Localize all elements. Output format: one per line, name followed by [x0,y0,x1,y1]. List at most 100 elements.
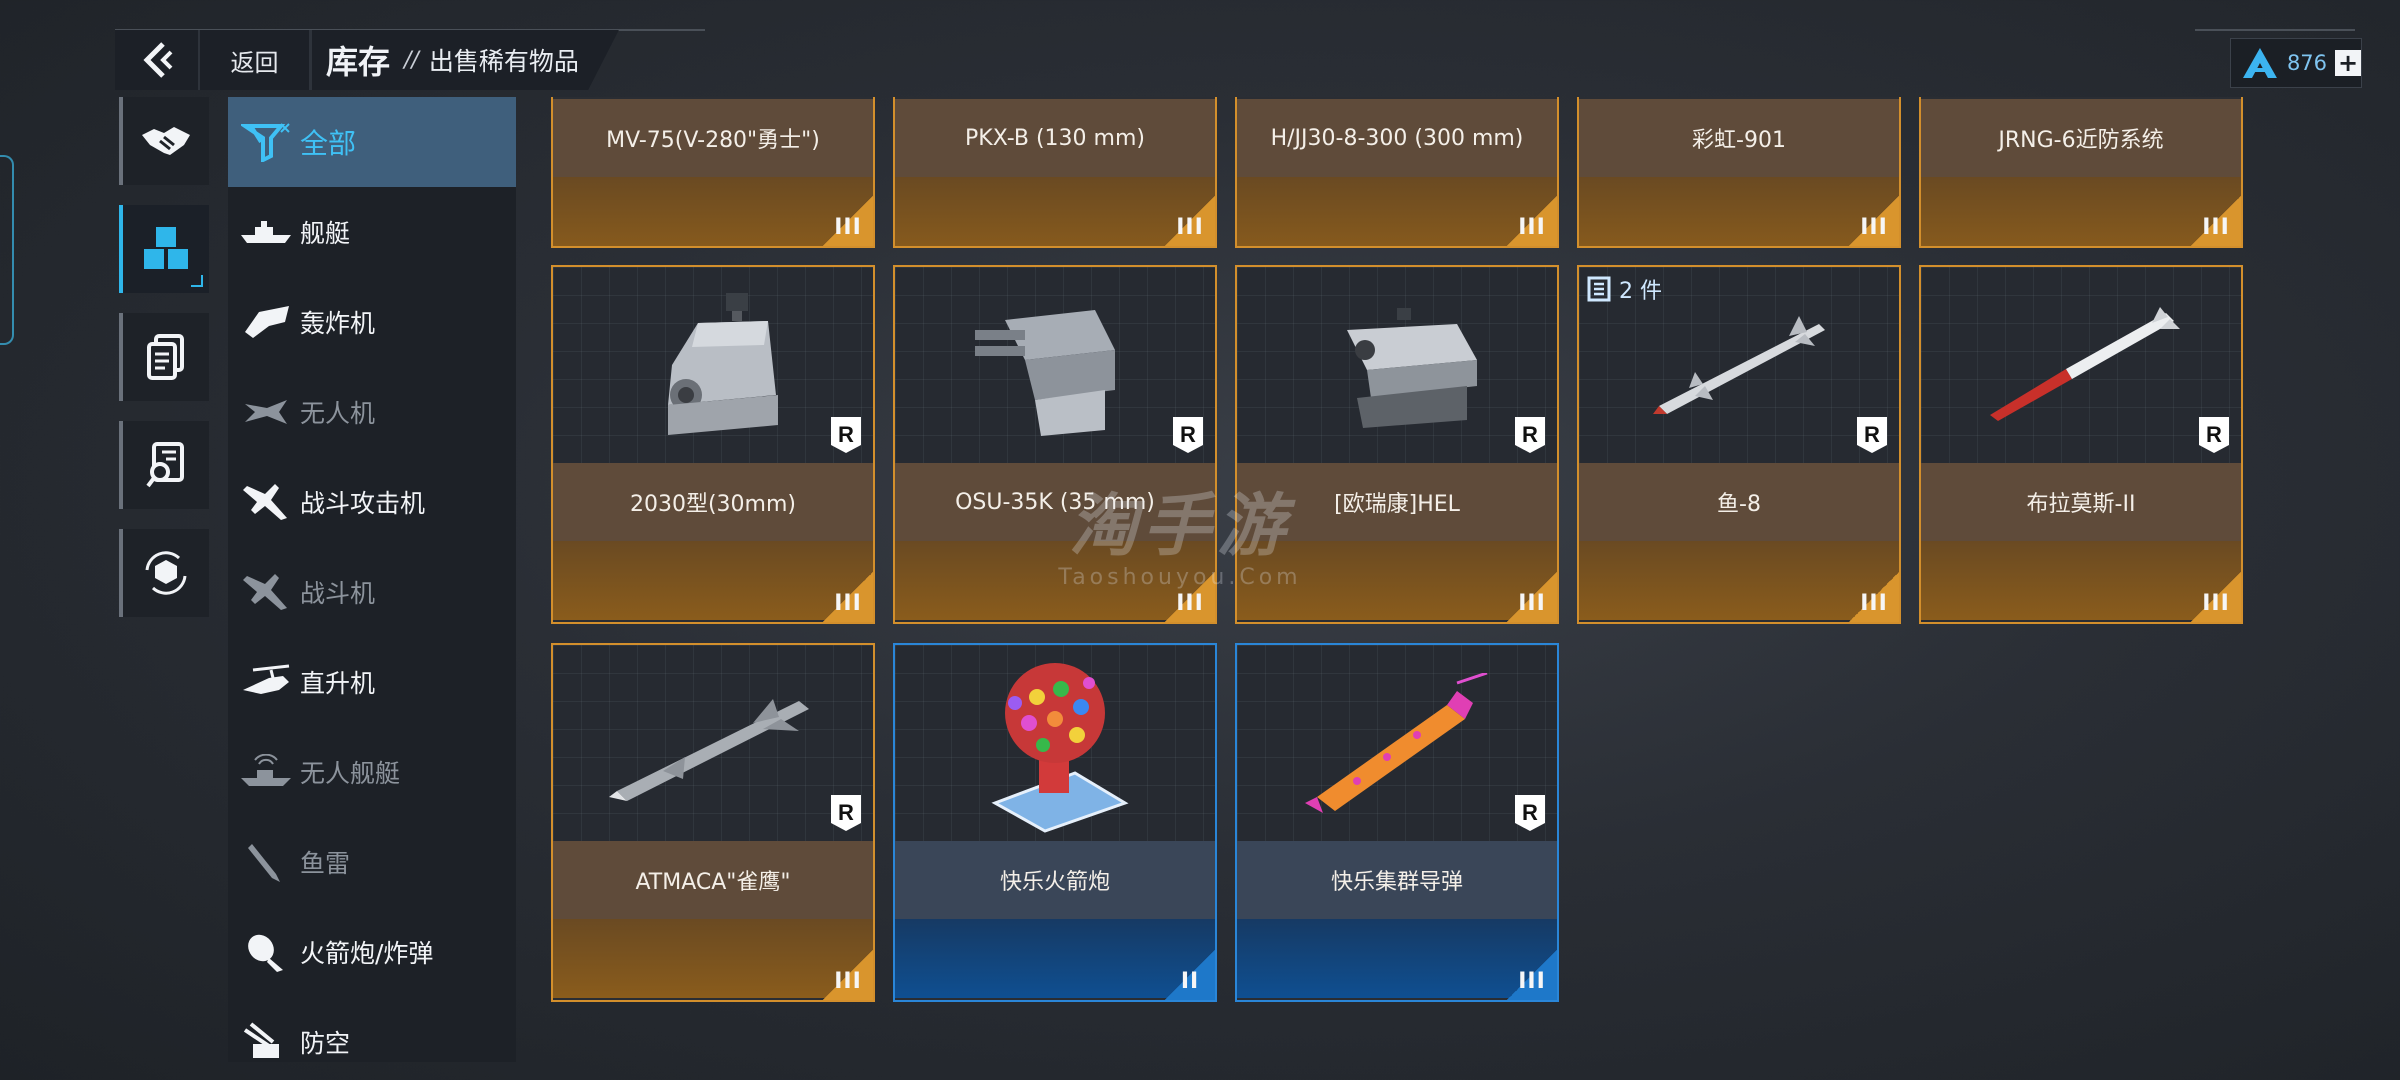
side-nav-trade[interactable] [119,97,209,185]
item-tier: III [2191,572,2241,622]
back-label-button[interactable]: 返回 [200,30,312,90]
side-nav-exchange[interactable] [119,529,209,617]
item-name: ATMACA"雀鹰" [553,841,873,919]
item-name: 快乐火箭炮 [895,841,1215,919]
item-tier: III [823,196,873,246]
item-name: 布拉莫斯-II [1921,463,2241,541]
cube-refresh-icon [145,551,187,595]
item-image [1237,267,1557,463]
item-image [1921,267,2241,463]
stack-icon [1587,276,1611,302]
item-card[interactable]: R 快乐集群导弹 III [1235,643,1559,1002]
side-nav-records[interactable] [119,313,209,401]
item-name: [欧瑞康]HEL [1237,463,1557,541]
category-item[interactable]: 鱼雷 [228,817,516,907]
item-card[interactable]: JRNG-6近防系统 III [1919,97,2243,248]
item-name: MV-75(V-280"勇士") [553,99,873,177]
party-rocket-launcher-icon [895,645,1215,841]
item-tier: III [2191,196,2241,246]
svg-text:R: R [1180,422,1196,447]
item-card[interactable]: R 2030型(30mm) III [551,265,875,624]
item-tier: III [1849,196,1899,246]
category-item[interactable]: 无人舰艇 [228,727,516,817]
turret-gun-icon [553,267,873,463]
item-name: 快乐集群导弹 [1237,841,1557,919]
category-item[interactable]: 战斗攻击机 [228,457,516,547]
fighter-icon [238,572,294,612]
breadcrumb: 库存 // 出售稀有物品 [312,30,619,90]
item-card[interactable]: 快乐火箭炮 II [893,643,1217,1002]
svg-text:R: R [1522,422,1538,447]
category-item[interactable]: 轰炸机 [228,277,516,367]
party-missile-icon [1237,645,1557,841]
handshake-icon [142,127,190,155]
category-item[interactable]: 直升机 [228,637,516,727]
rarity-badge-icon: R [1515,795,1545,831]
document-search-icon [146,442,184,488]
currency-display: 876 + [2230,38,2362,88]
item-card[interactable]: R [欧瑞康]HEL III [1235,265,1559,624]
item-image [1237,645,1557,841]
category-item[interactable]: 舰艇 [228,187,516,277]
category-label: 防空 [300,1029,351,1058]
currency-icon [2242,48,2277,78]
svg-text:R: R [1864,422,1880,447]
category-label: 战斗攻击机 [300,489,426,518]
item-image [895,645,1215,841]
item-name: H/JJ30-8-300 (300 mm) [1237,99,1557,177]
torpedo-icon [238,842,294,882]
item-card[interactable]: PKX-B (130 mm) III [893,97,1217,248]
item-card[interactable]: 彩虹-901 III [1577,97,1901,248]
rarity-badge-icon: R [1857,417,1887,453]
category-item[interactable]: 防空 [228,997,516,1080]
page-subtitle: 出售稀有物品 [428,47,579,76]
category-list: 全部舰艇轰炸机无人机战斗攻击机战斗机直升机无人舰艇鱼雷 火箭炮/炸弹防空 [228,97,516,1062]
item-name: 鱼-8 [1579,463,1899,541]
breadcrumb-separator: // [404,47,419,73]
rarity-badge-icon: R [831,795,861,831]
item-tier: II [1165,950,1215,1000]
item-tier: III [1165,196,1215,246]
anti-air-icon [238,1022,294,1062]
category-label: 无人机 [300,399,376,428]
svg-text:R: R [1522,800,1538,825]
red-missile-icon [1921,267,2241,463]
edge-handle[interactable] [0,155,14,345]
category-item[interactable]: 全部 [228,97,516,187]
back-button[interactable] [115,30,200,90]
rarity-badge-icon: R [1173,417,1203,453]
top-bar: 返回 库存 // 出售稀有物品 [115,30,619,90]
category-label: 无人舰艇 [300,759,401,788]
svg-text:R: R [2206,422,2222,447]
svg-text:R: R [838,422,854,447]
side-nav-inventory[interactable] [119,205,209,293]
category-item[interactable]: 火箭炮/炸弹 [228,907,516,997]
item-card[interactable]: H/JJ30-8-300 (300 mm) III [1235,97,1559,248]
item-grid: MV-75(V-280"勇士") III PKX-B (130 mm) III H/JJ… [551,97,2246,1062]
item-name: PKX-B (130 mm) [895,99,1215,177]
item-tier: III [823,572,873,622]
category-label: 全部 [300,127,357,160]
category-item[interactable]: 无人机 [228,367,516,457]
item-card[interactable]: R 2 件 鱼-8 III [1577,265,1901,624]
item-card[interactable]: R ATMACA"雀鹰" III [551,643,875,1002]
cruise-missile-icon [553,645,873,841]
item-name: OSU-35K (35 mm) [895,463,1215,541]
add-currency-button[interactable]: + [2335,50,2361,76]
cubes-icon [144,227,188,269]
side-nav-search[interactable] [119,421,209,509]
category-item[interactable]: 战斗机 [228,547,516,637]
item-tier: III [1507,950,1557,1000]
category-label: 舰艇 [300,219,351,248]
unmanned-boat-icon [238,752,294,792]
item-tier: III [1507,196,1557,246]
category-label: 战斗机 [300,579,376,608]
rarity-badge-icon: R [831,417,861,453]
item-card[interactable]: R 布拉莫斯-II III [1919,265,2243,624]
item-quantity-text: 2 件 [1619,279,1662,304]
top-divider-right [2195,29,2355,31]
item-name: 彩虹-901 [1579,99,1899,177]
item-card[interactable]: MV-75(V-280"勇士") III [551,97,875,248]
item-card[interactable]: R OSU-35K (35 mm) III [893,265,1217,624]
fighter-attack-icon [238,482,294,522]
